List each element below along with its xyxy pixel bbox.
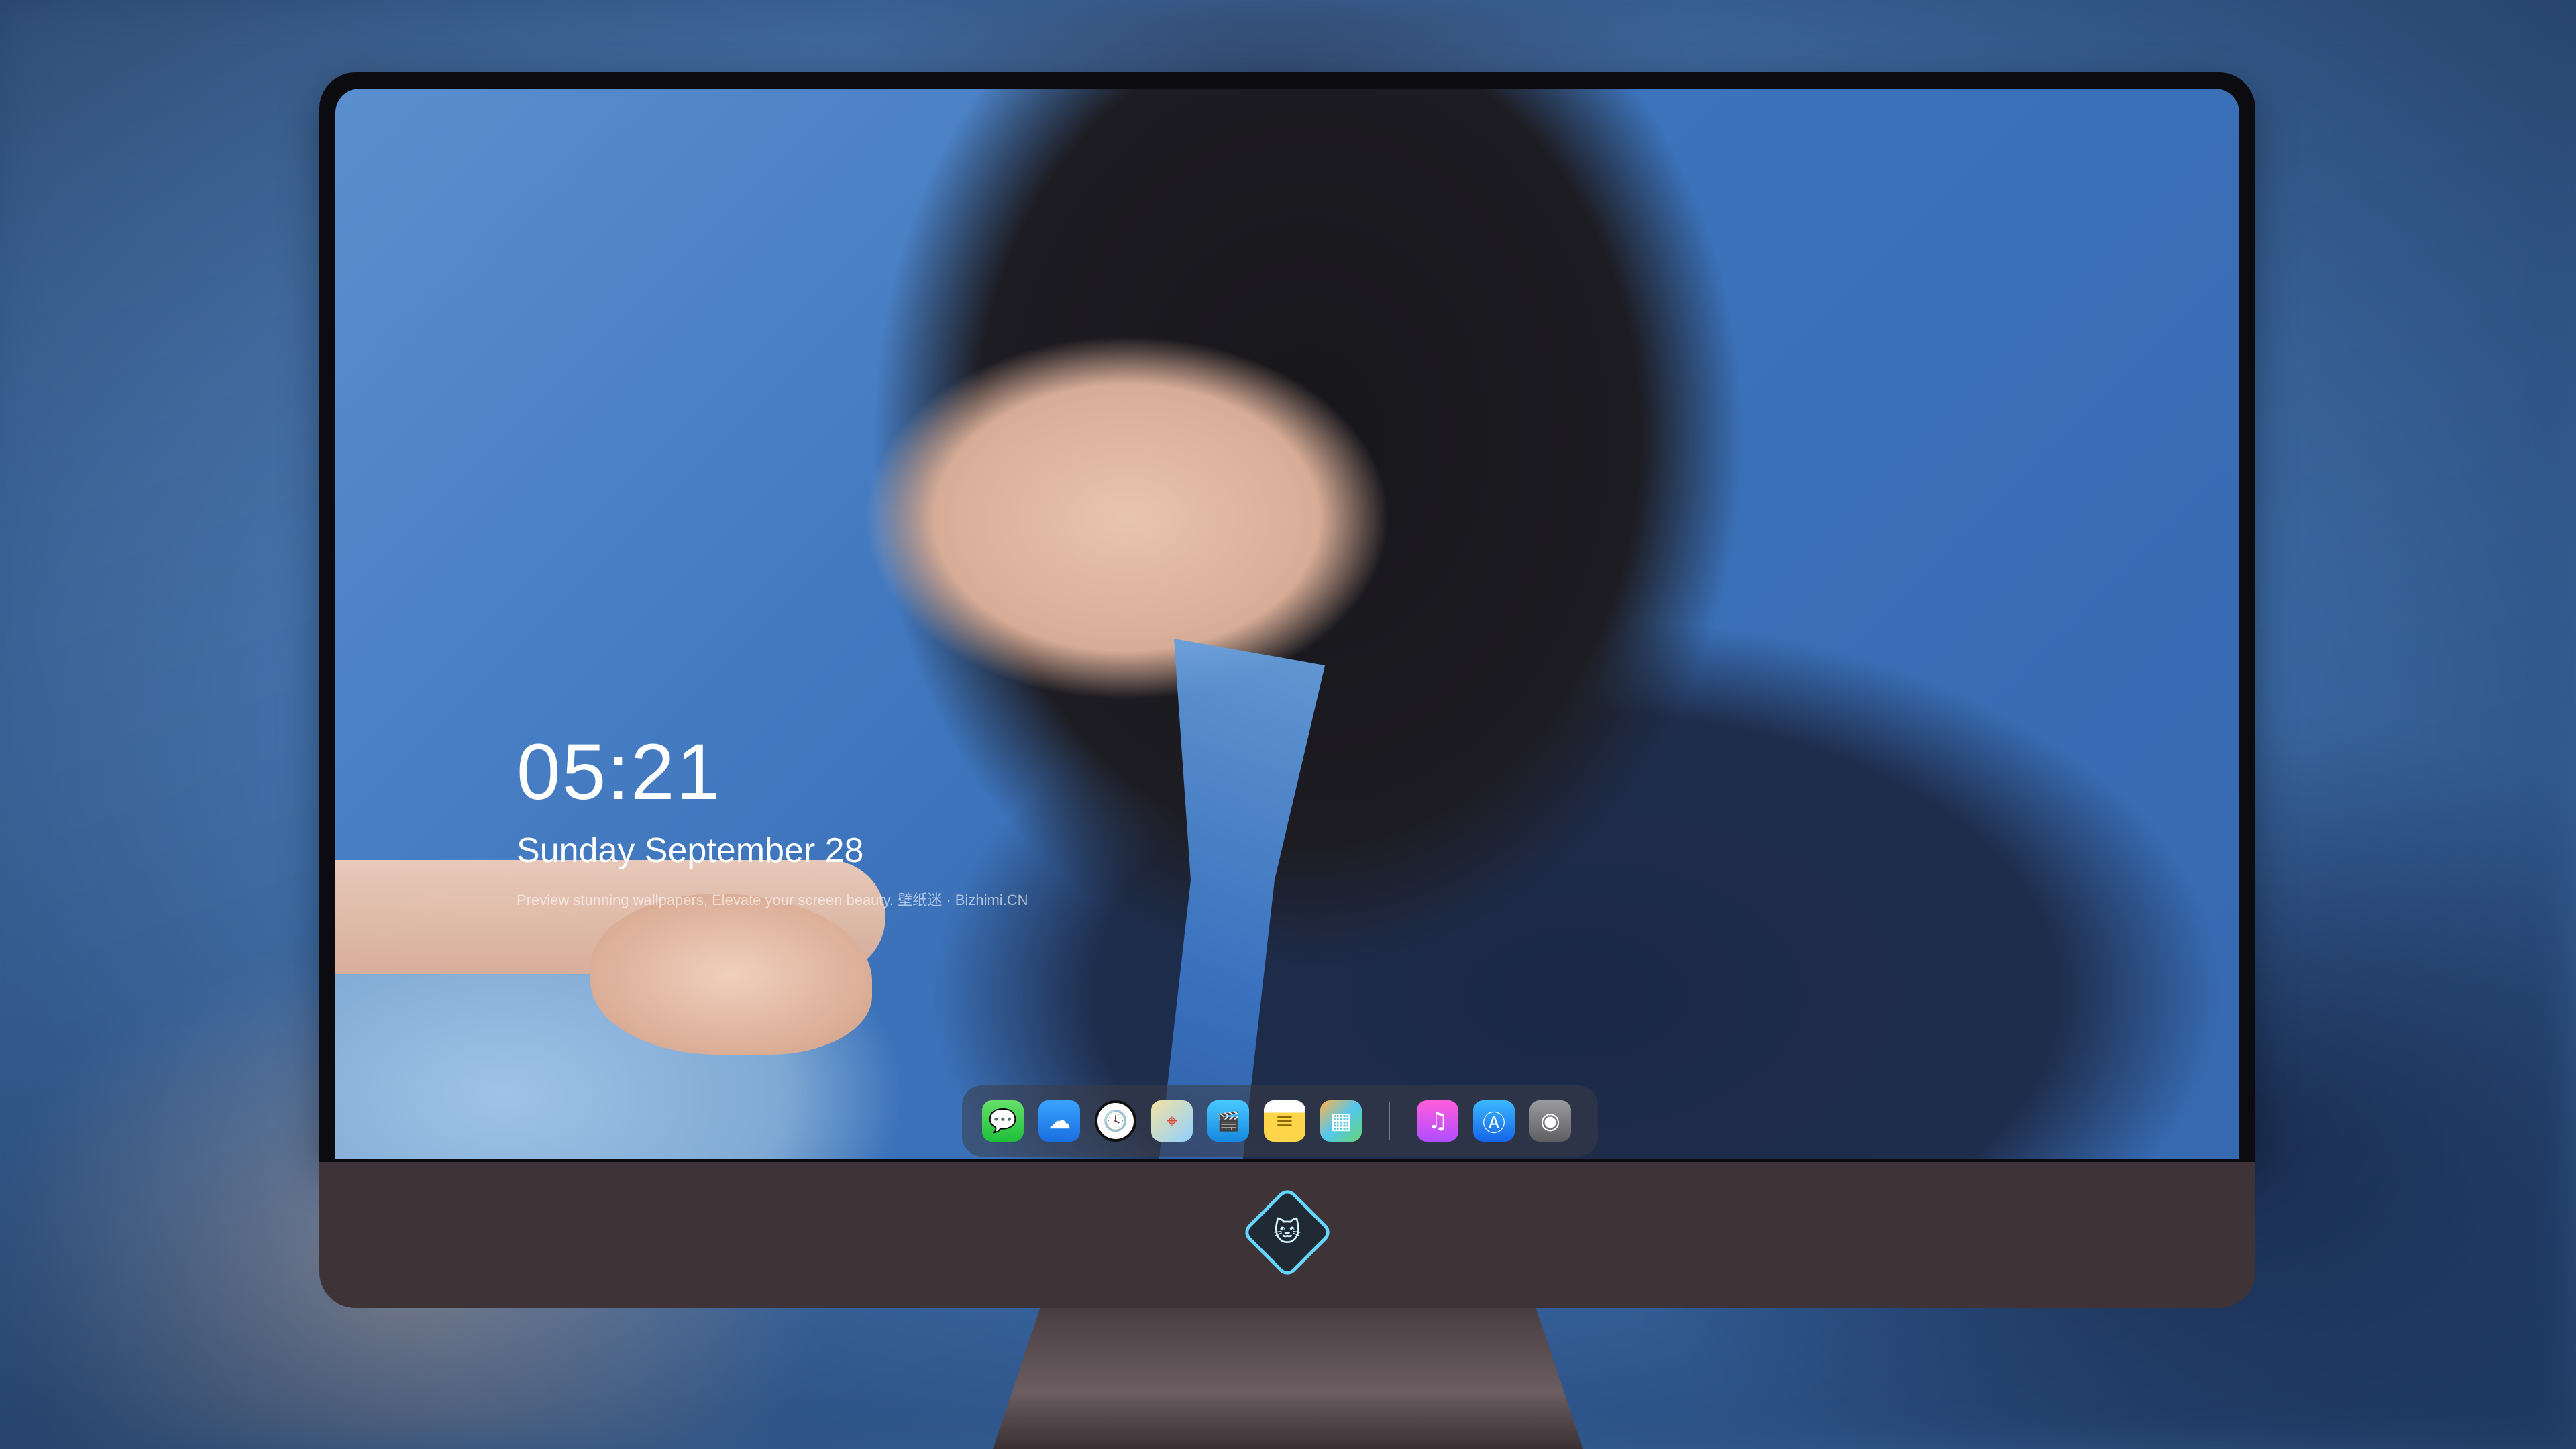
camera-icon[interactable]: ◉ (1529, 1100, 1571, 1142)
screen-wallpaper: 05:21 Sunday September 28 Preview stunni… (335, 89, 2239, 1159)
maps-icon[interactable]: ⌖ (1151, 1100, 1193, 1142)
dock-separator (1389, 1102, 1390, 1140)
logo-glyph: 🐱 (1273, 1216, 1301, 1248)
clock-icon[interactable]: 🕓 (1095, 1100, 1136, 1142)
music-icon[interactable]: ♫ (1417, 1100, 1458, 1142)
messages-icon[interactable]: 💬 (982, 1100, 1024, 1142)
notes-icon[interactable]: ≡ (1264, 1100, 1305, 1142)
monitor-bezel: 05:21 Sunday September 28 Preview stunni… (319, 72, 2255, 1162)
clock-time: 05:21 (517, 728, 722, 816)
lock-clock: 05:21 Sunday September 28 Preview stunni… (517, 733, 1028, 910)
clock-tagline: Preview stunning wallpapers, Elevate you… (517, 892, 1028, 908)
weather-icon[interactable]: ☁ (1038, 1100, 1080, 1142)
photos-icon[interactable]: ▦ (1320, 1100, 1362, 1142)
monitor: 05:21 Sunday September 28 Preview stunni… (319, 72, 2255, 1308)
dock: 💬 ☁ 🕓 ⌖ 🎬 ≡ ▦ ♫ Ⓐ ◉ (962, 1085, 1598, 1157)
clock-date: Sunday September 28 (517, 831, 864, 870)
app-store-icon[interactable]: Ⓐ (1473, 1100, 1515, 1142)
clips-icon[interactable]: 🎬 (1208, 1100, 1249, 1142)
wallpaper-scarf (1157, 639, 1325, 1159)
monitor-stand (993, 1308, 1583, 1449)
